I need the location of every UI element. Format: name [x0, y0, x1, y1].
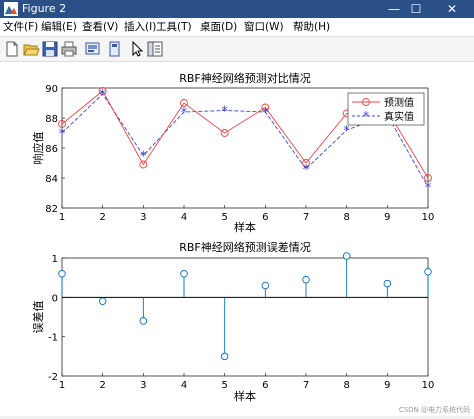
- error-point: [139, 317, 148, 325]
- open-file-icon[interactable]: [22, 40, 40, 58]
- actual-point: *: [262, 106, 269, 121]
- menu-window[interactable]: 窗口(W): [244, 20, 284, 34]
- menu-bar: 文件(F) 编辑(E) 查看(V) 插入(I) 工具(T) 桌面(D) 窗口(W…: [0, 18, 474, 37]
- legend[interactable]: 预测值 * 真实值: [347, 92, 425, 126]
- comparison-xtick-label: 5: [221, 212, 227, 223]
- comparison-xtick-label: 4: [181, 212, 187, 223]
- error-point: [302, 275, 310, 284]
- error-point: [424, 268, 432, 276]
- comparison-xtick-label: 2: [99, 212, 105, 223]
- comparison-ytick-label: 88: [45, 114, 58, 125]
- legend-actual-marker: *: [363, 109, 369, 123]
- comparison-xtick-label: 7: [303, 212, 309, 223]
- actual-point: *: [221, 105, 228, 120]
- figure-window: Figure 2 — ☐ ✕ 文件(F) 编辑(E) 查看(V) 插入(I) 工…: [0, 0, 474, 416]
- actual-point: *: [99, 88, 106, 103]
- comparison-ytick-label: 84: [45, 174, 58, 185]
- cursor-icon[interactable]: [128, 40, 146, 58]
- print-icon[interactable]: [60, 40, 78, 58]
- error-xtick-label: 3: [140, 380, 146, 391]
- comparison-xtick-label: 6: [262, 212, 268, 223]
- menu-desktop[interactable]: 桌面(D): [200, 20, 237, 34]
- error-xtick-label: 2: [99, 380, 105, 391]
- menu-insert[interactable]: 插入(I): [124, 20, 156, 34]
- comparison-xtick-label: 9: [384, 212, 390, 223]
- comparison-xtick-label: 1: [59, 212, 65, 223]
- menu-tools[interactable]: 工具(T): [156, 20, 192, 34]
- actual-point: *: [181, 106, 188, 121]
- error-axes[interactable]: RBF神经网络预测误差情况 样本 误差值 1 2 3 4 5 6 7 8 9 10 -2 -1 0 1: [31, 240, 434, 403]
- toolbar: [0, 37, 474, 62]
- property-editor-icon[interactable]: [106, 40, 124, 58]
- error-ytick-label: 1: [52, 254, 58, 265]
- menu-help[interactable]: 帮助(H): [293, 20, 330, 34]
- comparison-xtick-label: 8: [343, 212, 349, 223]
- error-ytick-label: -1: [48, 333, 58, 344]
- link-icon[interactable]: [84, 40, 102, 58]
- legend-predict-label: 预测值: [384, 96, 414, 109]
- actual-point: *: [343, 124, 350, 139]
- close-button[interactable]: ✕: [432, 0, 472, 18]
- error-point: [342, 252, 351, 260]
- error-title: RBF神经网络预测误差情况: [179, 240, 311, 254]
- figure-canvas: RBF神经网络预测对比情况 样本 响应值 1 2 3 4 5 6 7 8 9 10 82 84 86 88…: [0, 62, 474, 416]
- comparison-ytick-label: 82: [45, 204, 58, 215]
- error-point: [58, 269, 66, 278]
- error-xtick-label: 7: [303, 380, 309, 391]
- error-xtick-label: 8: [343, 380, 349, 391]
- window-title: Figure 2: [22, 2, 67, 15]
- error-point: [220, 352, 229, 361]
- new-figure-icon[interactable]: [3, 40, 21, 58]
- error-xtick-label: 5: [221, 380, 227, 391]
- actual-point: *: [59, 127, 66, 142]
- comparison-axes[interactable]: RBF神经网络预测对比情况 样本 响应值 1 2 3 4 5 6 7 8 9 10 82 84 86 88…: [31, 71, 434, 234]
- comparison-xtick-label: 10: [422, 212, 435, 223]
- comparison-xlabel: 样本: [234, 220, 256, 234]
- legend-actual-label: 真实值: [384, 110, 414, 123]
- watermark: CSDN @电力系统代码: [399, 405, 470, 414]
- menu-view[interactable]: 查看(V): [82, 20, 118, 34]
- menu-file[interactable]: 文件(F): [3, 20, 38, 34]
- error-point: [180, 269, 188, 278]
- title-bar[interactable]: Figure 2 — ☐ ✕: [0, 0, 474, 18]
- comparison-title: RBF神经网络预测对比情况: [179, 71, 311, 85]
- maximize-button[interactable]: ☐: [396, 0, 436, 18]
- error-xtick-label: 4: [181, 380, 187, 391]
- error-xtick-label: 6: [262, 380, 268, 391]
- menu-edit[interactable]: 编辑(E): [41, 20, 77, 34]
- actual-point: *: [303, 163, 310, 178]
- error-ylabel: 误差值: [31, 301, 45, 334]
- actual-point: *: [140, 150, 147, 165]
- error-xtick-label: 9: [384, 380, 390, 391]
- error-xtick-label: 10: [422, 380, 435, 391]
- save-icon[interactable]: [41, 40, 59, 58]
- axes-box: [61, 257, 429, 377]
- error-point: [261, 281, 270, 290]
- plot-browser-icon[interactable]: [146, 40, 164, 58]
- comparison-ylabel: 响应值: [31, 132, 45, 165]
- error-ytick-label: 0: [52, 293, 58, 304]
- error-xtick-label: 1: [59, 380, 65, 391]
- comparison-ytick-label: 86: [45, 144, 58, 155]
- matlab-figure-icon: [4, 2, 18, 16]
- figure-plots: RBF神经网络预测对比情况 样本 响应值 1 2 3 4 5 6 7 8 9 1082848688…: [31, 71, 470, 414]
- error-xlabel: 样本: [234, 389, 256, 403]
- comparison-xtick-label: 3: [140, 212, 146, 223]
- error-ytick-label: -2: [48, 372, 58, 383]
- comparison-ytick-label: 90: [45, 84, 58, 95]
- actual-point: *: [425, 181, 432, 196]
- error-point: [98, 297, 107, 306]
- error-point: [383, 279, 392, 288]
